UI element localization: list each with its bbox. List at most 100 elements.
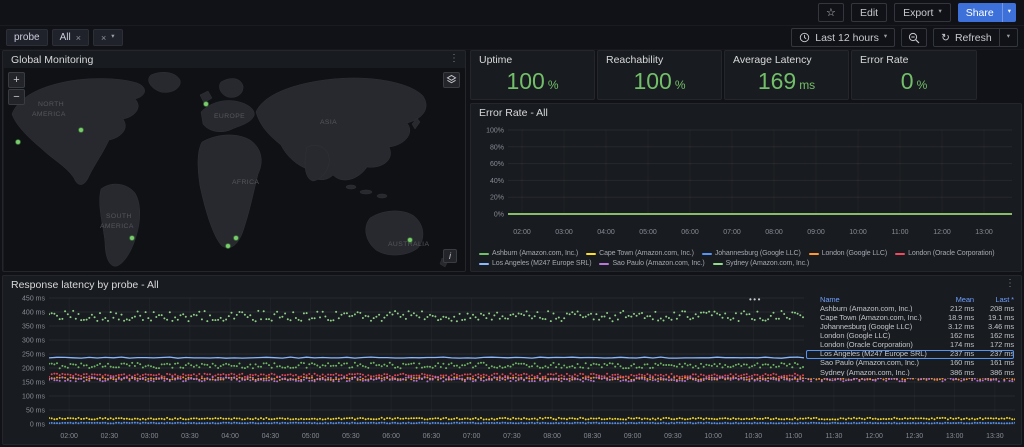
map-layers-button[interactable] bbox=[443, 72, 460, 88]
stat-unit: % bbox=[548, 78, 559, 92]
x-tick-label: 12:00 bbox=[865, 433, 883, 440]
legend-table-row[interactable]: London (Oracle Corporation)174 ms172 ms bbox=[806, 340, 1014, 349]
legend-item[interactable]: Ashburn (Amazon.com, Inc.) bbox=[479, 249, 578, 259]
y-tick-label: 60% bbox=[490, 161, 504, 168]
time-controls: Last 12 hours ▾ ↻ Refresh ▾ bbox=[791, 28, 1018, 47]
remove-filter-icon[interactable]: × bbox=[76, 33, 81, 43]
stat-unit: % bbox=[917, 78, 928, 92]
uptime-stat-panel: Uptime 100% bbox=[470, 50, 595, 100]
x-tick-label: 04:00 bbox=[597, 229, 615, 236]
legend-item[interactable]: Los Angeles (M247 Europe SRL) bbox=[479, 259, 591, 269]
legend-header-name[interactable]: Name bbox=[820, 296, 938, 304]
chevron-down-icon: ▾ bbox=[1007, 34, 1010, 41]
y-tick-label: 300 ms bbox=[22, 338, 45, 345]
legend-table-row[interactable]: Sydney (Amazon.com, Inc.)386 ms386 ms bbox=[806, 368, 1014, 377]
y-tick-label: 350 ms bbox=[22, 324, 45, 331]
legend-table-row[interactable]: Los Angeles (M247 Europe SRL)237 ms237 m… bbox=[806, 350, 1014, 359]
refresh-interval-button[interactable]: ▾ bbox=[999, 29, 1017, 46]
stat-value: 169ms bbox=[725, 51, 848, 99]
time-range-picker[interactable]: Last 12 hours ▾ bbox=[791, 28, 895, 47]
clear-icon[interactable]: × bbox=[101, 33, 106, 43]
series-name: Sydney (Amazon.com, Inc.) bbox=[820, 369, 938, 377]
y-tick-label: 100% bbox=[486, 128, 504, 135]
panel-menu-icon[interactable]: ⋮ bbox=[449, 53, 459, 64]
refresh-button-group: ↻ Refresh ▾ bbox=[933, 28, 1018, 47]
chevron-down-icon: ▾ bbox=[111, 34, 114, 41]
region-indonesia bbox=[346, 185, 356, 189]
x-tick-label: 03:30 bbox=[181, 433, 199, 440]
panel-menu-icon[interactable]: ⋮ bbox=[1005, 278, 1015, 289]
export-button[interactable]: Export▾ bbox=[894, 3, 951, 22]
share-button[interactable]: Share ▾ bbox=[958, 3, 1016, 22]
legend-row: Los Angeles (M247 Europe SRL) Sao Paulo (… bbox=[479, 259, 1018, 269]
error-rate-chart-panel: Error Rate - All 100%80%60%40%20%0%02:00… bbox=[470, 103, 1022, 272]
x-tick-label: 06:00 bbox=[681, 229, 699, 236]
map-zoom-in-button[interactable]: + bbox=[8, 72, 25, 88]
map-attribution-button[interactable]: i bbox=[443, 249, 457, 263]
label-south-america: SOUTH bbox=[106, 213, 132, 220]
filter-name-chip[interactable]: probe bbox=[6, 29, 48, 46]
probe-marker[interactable] bbox=[16, 140, 21, 145]
legend-item[interactable]: London (Oracle Corporation) bbox=[895, 249, 994, 259]
probe-marker[interactable] bbox=[408, 238, 413, 243]
series-name: Sydney (Amazon.com, Inc.) bbox=[726, 259, 809, 269]
star-button[interactable]: ☆ bbox=[818, 3, 844, 22]
legend-row: Ashburn (Amazon.com, Inc.) Cape Town (Ama… bbox=[479, 249, 1018, 259]
clock-icon bbox=[799, 32, 810, 43]
edit-button[interactable]: Edit bbox=[851, 3, 887, 22]
stat-number: 169 bbox=[758, 70, 796, 93]
response-latency-panel: Response latency by probe - All ⋮ 450 ms… bbox=[2, 275, 1022, 445]
series-name: Cape Town (Amazon.com, Inc.) bbox=[599, 249, 694, 259]
legend-table-row[interactable]: Sao Paulo (Amazon.com, Inc.)160 ms161 ms bbox=[806, 359, 1014, 368]
legend-item[interactable]: Sao Paulo (Amazon.com, Inc.) bbox=[599, 259, 704, 269]
series-name: London (Oracle Corporation) bbox=[908, 249, 994, 259]
map-zoom-out-button[interactable]: − bbox=[8, 89, 25, 105]
legend-item[interactable]: London (Google LLC) bbox=[809, 249, 887, 259]
probe-marker[interactable] bbox=[130, 236, 135, 241]
x-tick-label: 03:00 bbox=[555, 229, 573, 236]
zoom-out-time-button[interactable] bbox=[901, 28, 927, 47]
continent-australia bbox=[366, 211, 423, 255]
series-name: Johannesburg (Google LLC) bbox=[715, 249, 801, 259]
stat-value: 100% bbox=[598, 51, 721, 99]
probe-marker[interactable] bbox=[204, 102, 209, 107]
x-tick-label: 11:00 bbox=[892, 229, 909, 236]
edit-label: Edit bbox=[860, 7, 878, 19]
series-mean-value: 237 ms bbox=[938, 350, 974, 358]
x-tick-label: 07:00 bbox=[463, 433, 481, 440]
refresh-button[interactable]: ↻ Refresh bbox=[934, 29, 999, 46]
series-name: Sao Paulo (Amazon.com, Inc.) bbox=[820, 359, 938, 367]
legend-table-row[interactable]: Ashburn (Amazon.com, Inc.)212 ms208 ms bbox=[806, 304, 1014, 313]
series-name: Ashburn (Amazon.com, Inc.) bbox=[492, 249, 578, 259]
label-africa: AFRICA bbox=[232, 179, 259, 186]
legend-item[interactable]: Johannesburg (Google LLC) bbox=[702, 249, 801, 259]
y-tick-label: 400 ms bbox=[22, 310, 45, 317]
legend-table-row[interactable]: London (Google LLC)162 ms162 ms bbox=[806, 331, 1014, 340]
legend-table-row[interactable]: Cape Town (Amazon.com, Inc.)18.9 ms19.1 … bbox=[806, 313, 1014, 322]
stat-number: 100 bbox=[506, 70, 544, 93]
series-last-value: 162 ms bbox=[974, 332, 1014, 340]
filter-value-chip[interactable]: All × bbox=[52, 29, 89, 46]
global-monitoring-panel: Global Monitoring ⋮ + − i NORTH AMERICA bbox=[2, 50, 466, 272]
world-map[interactable]: NORTH AMERICA EUROPE ASIA AFRICA SOUTH A… bbox=[4, 68, 465, 271]
legend-header-last[interactable]: Last * bbox=[974, 296, 1014, 304]
x-tick-label: 06:00 bbox=[382, 433, 400, 440]
probe-marker[interactable] bbox=[234, 236, 239, 241]
x-tick-label: 08:30 bbox=[584, 433, 602, 440]
region-indonesia bbox=[377, 194, 387, 198]
series-mean-value: 212 ms bbox=[938, 305, 974, 313]
legend-table-row[interactable]: Johannesburg (Google LLC)3.12 ms3.46 ms bbox=[806, 322, 1014, 331]
legend-header-mean[interactable]: Mean bbox=[938, 296, 974, 304]
x-tick-label: 08:00 bbox=[543, 433, 561, 440]
share-menu-button[interactable]: ▾ bbox=[1002, 3, 1016, 22]
series-color-icon bbox=[702, 253, 712, 256]
filter-clear-chip[interactable]: × ▾ bbox=[93, 29, 123, 46]
legend-item[interactable]: Sydney (Amazon.com, Inc.) bbox=[713, 259, 809, 269]
x-tick-label: 12:00 bbox=[933, 229, 951, 236]
x-tick-label: 13:00 bbox=[975, 229, 993, 236]
probe-marker[interactable] bbox=[79, 128, 84, 133]
error-rate-chart[interactable]: 100%80%60%40%20%0%02:0003:0004:0005:0006… bbox=[474, 122, 1018, 246]
x-tick-label: 08:00 bbox=[765, 229, 783, 236]
probe-marker[interactable] bbox=[226, 244, 231, 249]
legend-item[interactable]: Cape Town (Amazon.com, Inc.) bbox=[586, 249, 694, 259]
